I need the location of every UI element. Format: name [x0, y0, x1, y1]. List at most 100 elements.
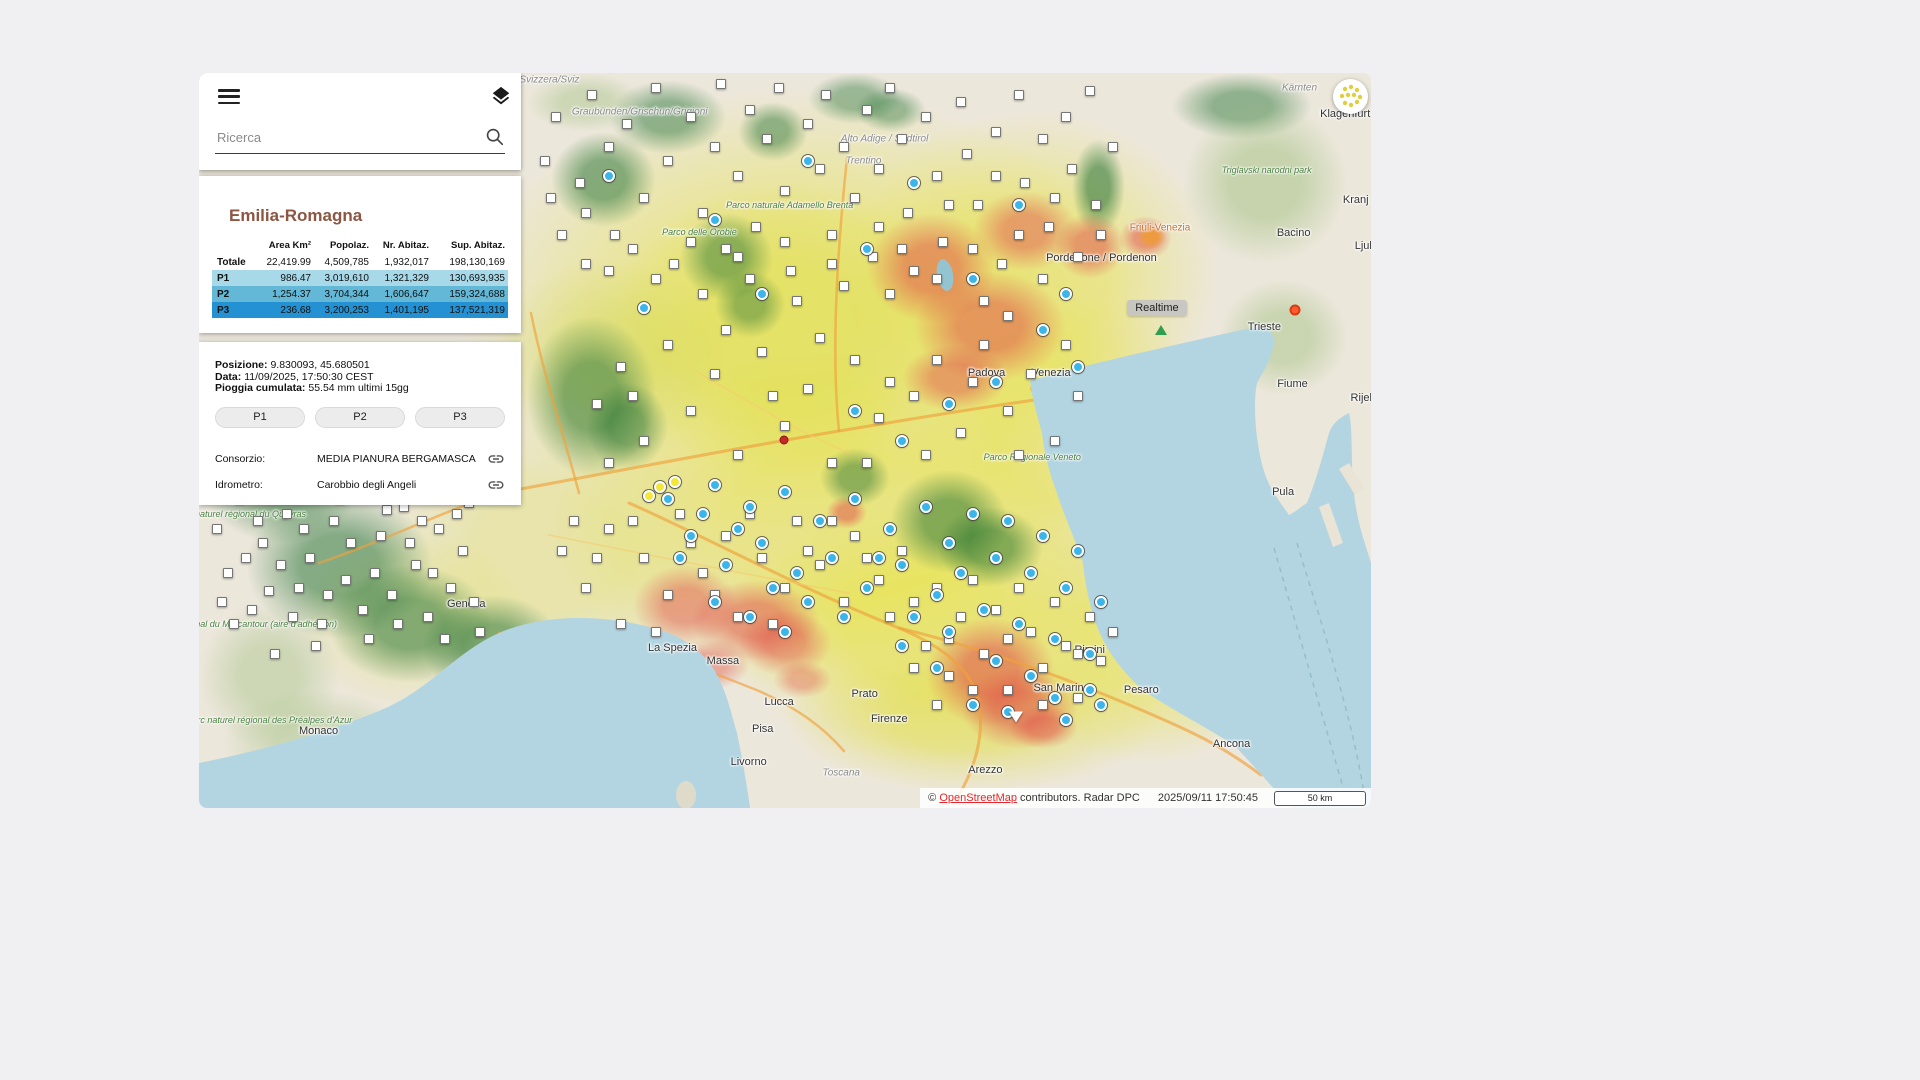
station-marker-blue[interactable] [1025, 670, 1037, 682]
station-marker-square[interactable] [628, 516, 638, 526]
station-marker-square[interactable] [827, 259, 837, 269]
station-marker-square[interactable] [323, 590, 333, 600]
station-marker-blue[interactable] [1049, 692, 1061, 704]
station-marker-square[interactable] [587, 90, 597, 100]
station-marker-square[interactable] [1014, 583, 1024, 593]
station-marker-square[interactable] [1038, 700, 1048, 710]
station-marker-square[interactable] [575, 178, 585, 188]
station-marker-square[interactable] [997, 259, 1007, 269]
station-marker-blue[interactable] [1060, 714, 1072, 726]
station-marker-square[interactable] [440, 634, 450, 644]
table-row-p1[interactable]: P1986.473,019,6101,321,329130,693,935 [212, 270, 508, 286]
green-triangle-marker[interactable] [1155, 325, 1167, 335]
station-marker-square[interactable] [815, 560, 825, 570]
station-marker-square[interactable] [616, 362, 626, 372]
station-marker-square[interactable] [370, 568, 380, 578]
station-marker-blue[interactable] [1084, 648, 1096, 660]
station-marker-square[interactable] [540, 156, 550, 166]
station-marker-blue[interactable] [603, 170, 615, 182]
station-marker-square[interactable] [1073, 252, 1083, 262]
station-marker-square[interactable] [264, 586, 274, 596]
station-marker-blue[interactable] [896, 435, 908, 447]
station-marker-square[interactable] [716, 79, 726, 89]
station-marker-square[interactable] [581, 583, 591, 593]
station-marker-blue[interactable] [943, 398, 955, 410]
station-marker-square[interactable] [762, 134, 772, 144]
station-marker-square[interactable] [710, 369, 720, 379]
idrometro-link-icon[interactable] [487, 476, 505, 494]
station-marker-blue[interactable] [814, 515, 826, 527]
station-marker-square[interactable] [909, 597, 919, 607]
station-marker-blue[interactable] [849, 493, 861, 505]
station-marker-square[interactable] [973, 200, 983, 210]
station-marker-square[interactable] [1003, 685, 1013, 695]
station-marker-square[interactable] [733, 450, 743, 460]
station-marker-square[interactable] [979, 340, 989, 350]
station-marker-blue[interactable] [896, 640, 908, 652]
station-marker-square[interactable] [757, 553, 767, 563]
station-marker-square[interactable] [710, 142, 720, 152]
selected-station-marker[interactable] [779, 435, 788, 444]
osm-link[interactable]: OpenStreetMap [939, 792, 1017, 804]
station-marker-square[interactable] [721, 325, 731, 335]
consorzio-link-icon[interactable] [487, 450, 505, 468]
station-marker-square[interactable] [1003, 311, 1013, 321]
layers-button[interactable] [490, 85, 512, 107]
menu-button[interactable] [218, 89, 240, 104]
station-marker-square[interactable] [305, 553, 315, 563]
station-marker-square[interactable] [862, 553, 872, 563]
station-marker-blue[interactable] [709, 596, 721, 608]
station-marker-square[interactable] [944, 671, 954, 681]
radar-legend-button[interactable] [1333, 79, 1368, 114]
station-marker-square[interactable] [581, 259, 591, 269]
station-marker-square[interactable] [839, 597, 849, 607]
station-marker-square[interactable] [258, 538, 268, 548]
station-marker-blue[interactable] [990, 655, 1002, 667]
station-marker-square[interactable] [956, 428, 966, 438]
station-marker-blue[interactable] [920, 501, 932, 513]
station-marker-square[interactable] [317, 619, 327, 629]
station-marker-square[interactable] [733, 252, 743, 262]
alert-station-marker[interactable] [1289, 304, 1300, 315]
station-marker-blue[interactable] [732, 523, 744, 535]
station-marker-square[interactable] [1003, 406, 1013, 416]
station-marker-square[interactable] [651, 83, 661, 93]
station-marker-square[interactable] [651, 627, 661, 637]
station-marker-square[interactable] [1096, 230, 1106, 240]
station-marker-square[interactable] [897, 134, 907, 144]
station-marker-square[interactable] [827, 458, 837, 468]
station-marker-square[interactable] [1073, 649, 1083, 659]
station-marker-square[interactable] [780, 186, 790, 196]
station-marker-square[interactable] [411, 560, 421, 570]
station-marker-square[interactable] [909, 266, 919, 276]
station-marker-square[interactable] [1096, 656, 1106, 666]
station-marker-square[interactable] [921, 450, 931, 460]
station-marker-square[interactable] [616, 619, 626, 629]
station-marker-square[interactable] [364, 634, 374, 644]
station-marker-square[interactable] [874, 164, 884, 174]
station-marker-blue[interactable] [1095, 699, 1107, 711]
station-marker-blue[interactable] [767, 582, 779, 594]
station-marker-square[interactable] [329, 516, 339, 526]
map-canvas[interactable]: Suisse/Svizzera/SvizGraubünden/Grischun/… [199, 73, 1371, 808]
station-marker-square[interactable] [968, 377, 978, 387]
station-marker-blue[interactable] [955, 567, 967, 579]
station-marker-square[interactable] [774, 83, 784, 93]
search-icon[interactable] [485, 127, 505, 147]
station-marker-square[interactable] [663, 340, 673, 350]
station-marker-blue[interactable] [1037, 530, 1049, 542]
station-marker-square[interactable] [341, 575, 351, 585]
search-input[interactable] [215, 129, 485, 146]
station-marker-square[interactable] [546, 193, 556, 203]
station-marker-square[interactable] [1061, 641, 1071, 651]
station-marker-square[interactable] [850, 531, 860, 541]
station-marker-square[interactable] [299, 524, 309, 534]
station-marker-square[interactable] [956, 97, 966, 107]
station-marker-square[interactable] [850, 355, 860, 365]
station-marker-square[interactable] [932, 274, 942, 284]
station-marker-square[interactable] [212, 524, 222, 534]
station-marker-square[interactable] [282, 509, 292, 519]
table-row-totale[interactable]: Totale22,419.994,509,7851,932,017198,130… [212, 254, 508, 270]
station-marker-square[interactable] [885, 377, 895, 387]
station-marker-blue[interactable] [849, 405, 861, 417]
